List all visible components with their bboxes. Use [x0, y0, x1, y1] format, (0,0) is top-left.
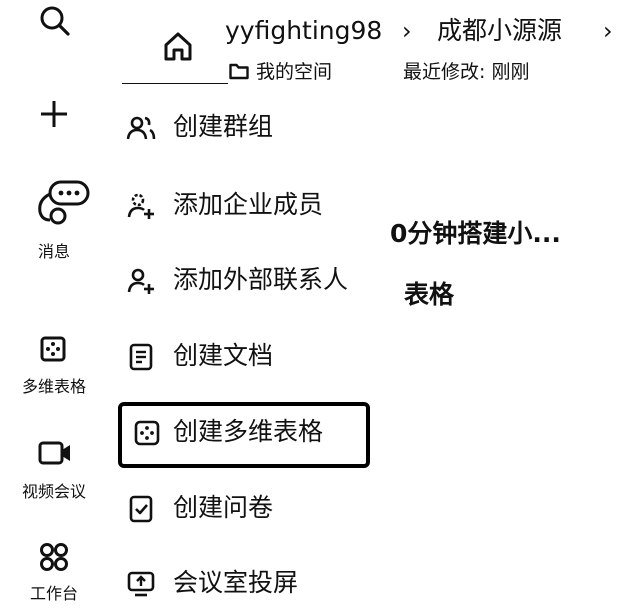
document-icon	[126, 342, 156, 372]
menu-item-screen-cast[interactable]: 会议室投屏	[118, 553, 374, 615]
header-divider	[122, 83, 228, 84]
survey-icon	[126, 494, 156, 524]
add-contact-icon	[126, 266, 156, 296]
doc-title-fragment: 0分钟搭建小...	[390, 219, 561, 248]
menu-item-create-multitable[interactable]: 创建多维表格	[118, 402, 370, 468]
workbench-grid-icon[interactable]	[39, 542, 69, 572]
menu-item-label: 会议室投屏	[173, 568, 299, 597]
menu-item-label: 创建多维表格	[173, 417, 324, 446]
menu-item-label: 创建文档	[173, 341, 274, 370]
menu-item-create-document[interactable]: 创建文档	[118, 326, 374, 388]
multitable-icon	[132, 418, 162, 448]
chat-bubble-icon[interactable]	[34, 180, 90, 228]
breadcrumb-user[interactable]: yyfighting98	[225, 16, 382, 46]
menu-item-label: 创建问卷	[173, 493, 274, 522]
screen-cast-icon	[126, 569, 156, 599]
add-member-icon	[126, 191, 156, 221]
menu-item-label: 添加企业成员	[173, 190, 324, 219]
location-label[interactable]: 我的空间	[256, 60, 332, 84]
modified-label: 最近修改: 刚刚	[403, 61, 530, 83]
chevron-right-icon: ›	[402, 17, 412, 45]
search-icon[interactable]	[38, 4, 72, 38]
home-icon[interactable]	[162, 30, 194, 62]
menu-item-label: 创建群组	[173, 112, 274, 141]
rail-label-multitable: 多维表格	[21, 377, 87, 396]
group-icon	[126, 113, 156, 143]
rail-label-video-meeting: 视频会议	[21, 482, 87, 501]
multitable-icon[interactable]	[40, 336, 66, 362]
plus-icon[interactable]	[38, 98, 70, 130]
rail-label-messages: 消息	[37, 242, 71, 261]
menu-item-create-survey[interactable]: 创建问卷	[118, 478, 374, 540]
chevron-right-icon: ›	[603, 17, 613, 45]
video-camera-icon[interactable]	[38, 440, 72, 466]
doc-subtitle-fragment: 表格	[404, 280, 455, 309]
menu-item-add-contact[interactable]: 添加外部联系人	[118, 250, 374, 312]
rail-label-workbench: 工作台	[29, 584, 79, 603]
breadcrumb-doc[interactable]: 成都小源源	[437, 16, 562, 46]
menu-item-add-member[interactable]: 添加企业成员	[118, 175, 374, 237]
menu-item-label: 添加外部联系人	[173, 265, 349, 294]
folder-icon	[229, 62, 249, 80]
menu-item-create-group[interactable]: 创建群组	[118, 97, 374, 159]
